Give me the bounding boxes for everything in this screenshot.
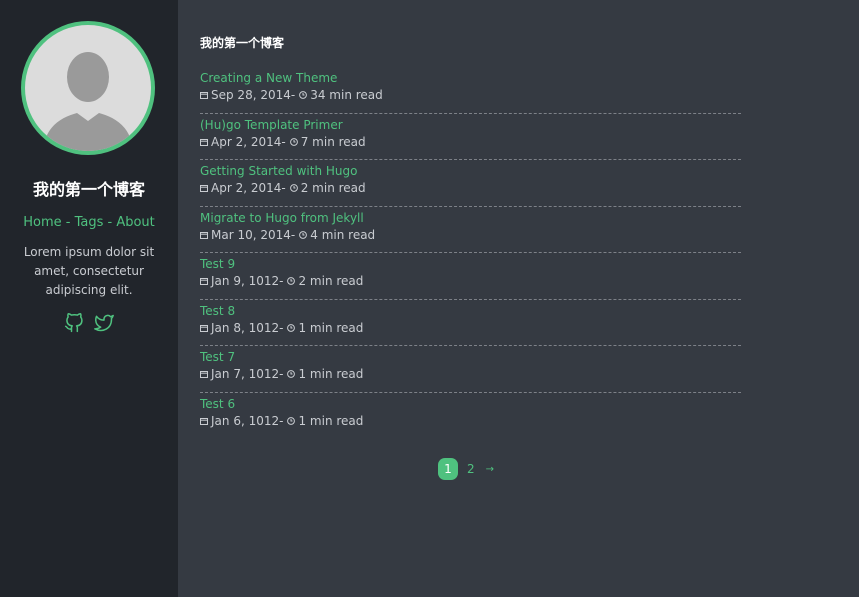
post-meta: Apr 2, 2014 - 2 min read: [200, 180, 741, 196]
post-meta: Apr 2, 2014 - 7 min read: [200, 134, 741, 150]
github-icon[interactable]: [64, 313, 84, 333]
nav-separator: -: [61, 215, 75, 230]
post-item: Getting Started with Hugo Apr 2, 2014 - …: [200, 160, 741, 207]
sidebar-nav: Home - Tags - About: [0, 215, 178, 230]
post-date: Apr 2, 2014: [211, 181, 282, 195]
post-item: (Hu)go Template Primer Apr 2, 2014 - 7 m…: [200, 114, 741, 160]
meta-separator: -: [279, 413, 284, 428]
post-date: Jan 7, 1012: [211, 367, 280, 381]
clock-icon: [289, 137, 298, 146]
clock-icon: [289, 184, 298, 192]
post-date: Apr 2, 2014: [211, 134, 282, 149]
post-item: Test 8 Jan 8, 1012 - 1 min read: [200, 300, 741, 346]
read-time: 1 min read: [298, 320, 364, 335]
clock-icon: [287, 370, 296, 378]
blog-title: 我的第一个博客: [32, 180, 145, 199]
nav-separator: -: [103, 215, 117, 230]
social-links: [64, 313, 114, 333]
nav-home-link[interactable]: Home: [23, 215, 61, 230]
calendar-icon: [200, 278, 208, 285]
post-item: Migrate to Hugo from Jekyll Mar 10, 2014…: [200, 207, 741, 253]
meta-separator: -: [281, 134, 286, 149]
calendar-icon: [200, 324, 208, 332]
post-item: Test 9 Jan 9, 1012 - 2 min read: [200, 253, 741, 300]
post-title-link[interactable]: Migrate to Hugo from Jekyll: [200, 210, 741, 227]
read-time: 2 min read: [298, 274, 364, 288]
post-title-link[interactable]: Test 6: [200, 396, 741, 413]
avatar: [21, 21, 155, 155]
page-title: 我的第一个博客: [200, 36, 285, 50]
post-title-link[interactable]: (Hu)go Template Primer: [200, 117, 741, 134]
meta-separator: -: [279, 320, 284, 335]
calendar-icon: [200, 417, 208, 425]
post-meta: Jan 9, 1012 - 2 min read: [200, 273, 741, 289]
read-time: 34 min read: [310, 88, 383, 102]
twitter-icon[interactable]: [94, 313, 114, 333]
post-title-link[interactable]: Test 8: [200, 303, 741, 320]
read-time: 2 min read: [300, 181, 366, 195]
read-time: 1 min read: [298, 367, 364, 381]
sidebar: 我的第一个博客 Home - Tags - About Lorem ipsum …: [0, 0, 178, 597]
post-meta: Jan 8, 1012 - 1 min read: [200, 320, 741, 336]
nav-tags-link[interactable]: Tags: [75, 215, 104, 230]
post-date: Jan 6, 1012: [211, 413, 280, 428]
meta-separator: -: [281, 181, 286, 195]
meta-separator: -: [279, 367, 284, 381]
post-item: Test 6 Jan 6, 1012 - 1 min read: [200, 393, 741, 440]
next-page-arrow-icon[interactable]: →: [486, 464, 494, 475]
post-title-link[interactable]: Getting Started with Hugo: [200, 163, 741, 180]
post-item: Test 7 Jan 7, 1012 - 1 min read: [200, 346, 741, 393]
post-meta: Jan 6, 1012 - 1 min read: [200, 413, 741, 429]
calendar-icon: [200, 92, 208, 99]
site-description: Lorem ipsum dolor sit amet, consectetur …: [23, 245, 155, 297]
meta-separator: -: [279, 274, 284, 288]
clock-icon: [287, 277, 296, 285]
read-time: 7 min read: [300, 134, 366, 149]
clock-icon: [299, 230, 308, 239]
meta-separator: -: [290, 227, 296, 242]
post-date: Mar 10, 2014: [211, 227, 291, 242]
pagination: 1 2 →: [438, 458, 494, 480]
read-time: 1 min read: [298, 413, 364, 428]
nav-about-link[interactable]: About: [116, 215, 154, 230]
post-item: Creating a New Theme Sep 28, 2014 - 34 m…: [200, 67, 741, 114]
post-meta: Jan 7, 1012 - 1 min read: [200, 366, 741, 382]
calendar-icon: [200, 185, 208, 192]
clock-icon: [299, 91, 308, 99]
clock-icon: [287, 323, 296, 332]
read-time: 4 min read: [310, 227, 376, 242]
avatar-image: [25, 25, 151, 151]
post-date: Jan 8, 1012: [211, 320, 280, 335]
user-silhouette-icon: [43, 52, 133, 151]
calendar-icon: [200, 371, 208, 378]
post-date: Sep 28, 2014: [211, 88, 291, 102]
post-title-link[interactable]: Test 7: [200, 349, 741, 366]
meta-separator: -: [290, 88, 296, 102]
calendar-icon: [200, 138, 208, 146]
calendar-icon: [200, 231, 208, 239]
post-title-link[interactable]: Creating a New Theme: [200, 70, 741, 87]
page-2-link[interactable]: 2: [467, 462, 475, 476]
post-list: Creating a New Theme Sep 28, 2014 - 34 m…: [200, 67, 741, 439]
clock-icon: [287, 416, 296, 425]
post-meta: Sep 28, 2014 - 34 min read: [200, 87, 741, 103]
post-meta: Mar 10, 2014 - 4 min read: [200, 227, 741, 243]
post-date: Jan 9, 1012: [211, 274, 280, 288]
post-title-link[interactable]: Test 9: [200, 256, 741, 273]
page-current[interactable]: 1: [438, 458, 458, 480]
